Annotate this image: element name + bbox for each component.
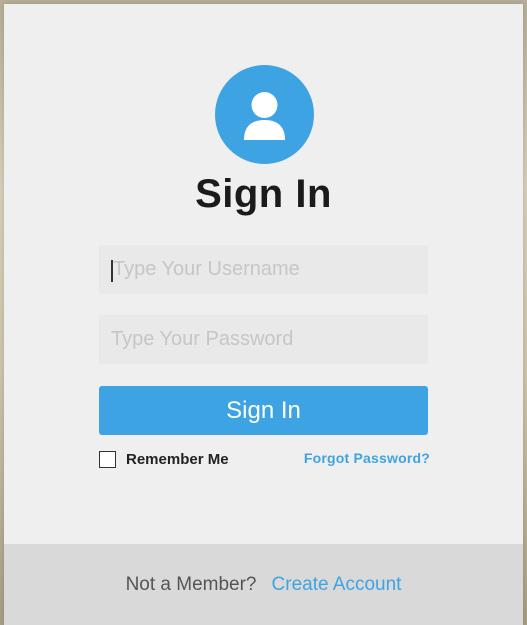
create-account-link[interactable]: Create Account <box>272 574 402 596</box>
user-icon <box>215 65 314 164</box>
footer: Not a Member? Create Account <box>4 544 523 625</box>
footer-prompt: Not a Member? <box>125 573 257 595</box>
remember-me-label: Remember Me <box>126 450 229 468</box>
forgot-password-link[interactable]: Forgot Password? <box>304 450 430 466</box>
login-card: Sign In Sign In Remember Me Forgot Passw… <box>4 4 523 625</box>
remember-me[interactable]: Remember Me <box>99 450 229 468</box>
page-title: Sign In <box>195 172 332 216</box>
remember-me-checkbox[interactable] <box>99 450 116 468</box>
text-cursor <box>111 260 113 282</box>
sign-in-button[interactable]: Sign In <box>99 386 428 435</box>
password-input[interactable] <box>99 315 428 364</box>
username-input[interactable] <box>99 245 428 294</box>
